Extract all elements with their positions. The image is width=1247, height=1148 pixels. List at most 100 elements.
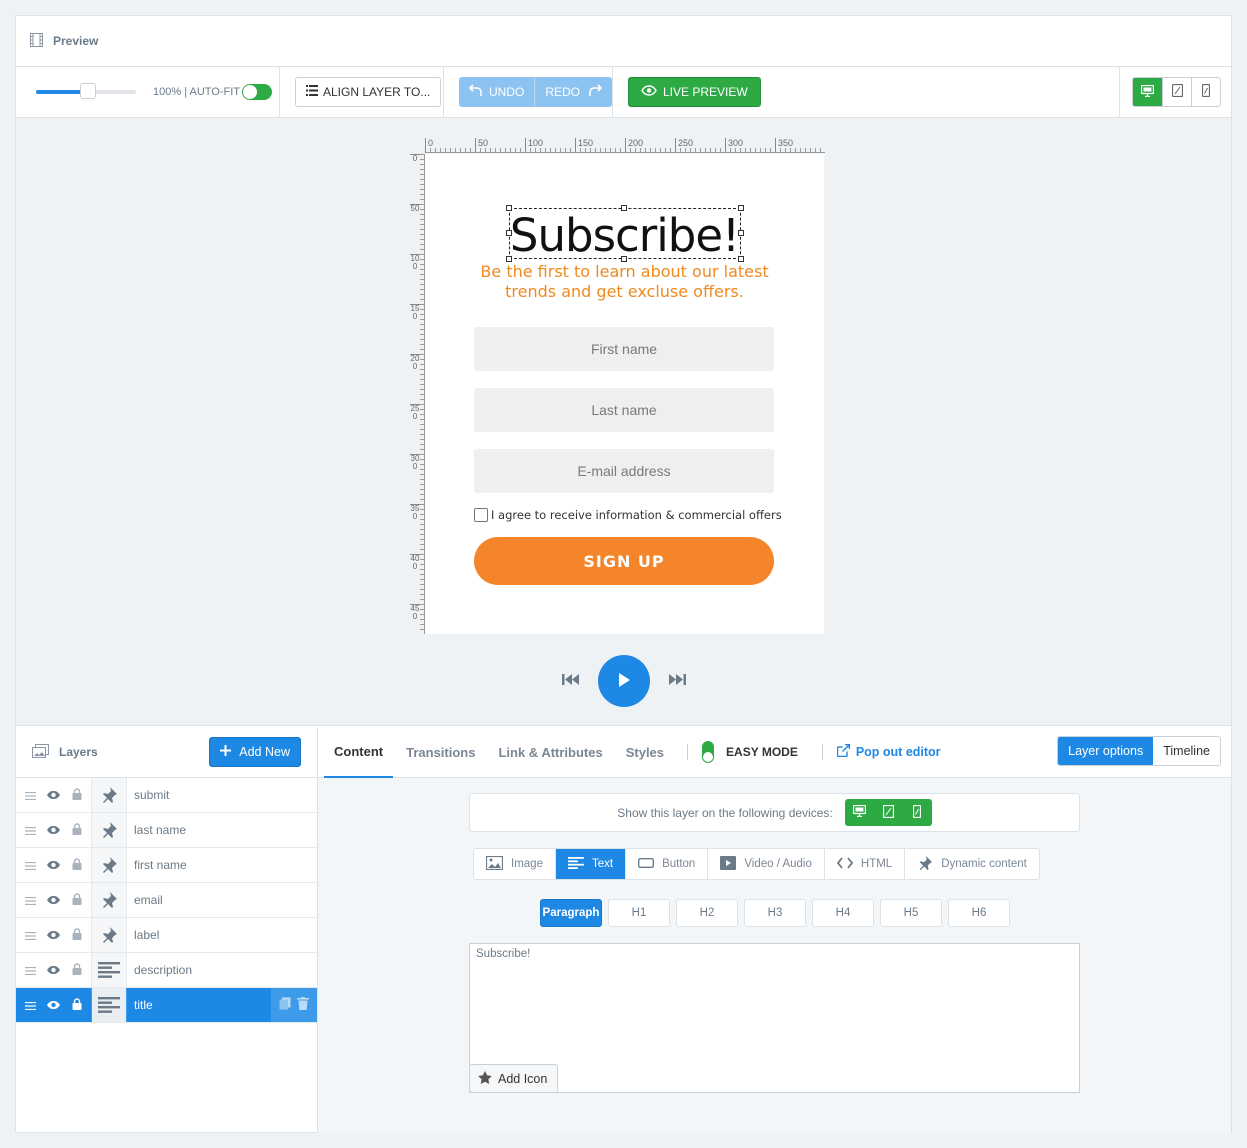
lock-icon[interactable]: [72, 927, 82, 943]
undo-icon: [468, 84, 483, 100]
heading-paragraph-button[interactable]: Paragraph: [540, 899, 602, 927]
zoom-slider[interactable]: [36, 83, 136, 99]
resize-handle[interactable]: [738, 205, 744, 211]
zoom-slider-handle[interactable]: [80, 83, 96, 99]
tab-styles[interactable]: Styles: [626, 727, 664, 778]
resize-handle[interactable]: [506, 205, 512, 211]
layer-row[interactable]: last name: [16, 813, 317, 848]
drag-handle-icon[interactable]: [25, 788, 37, 803]
redo-button[interactable]: REDO: [534, 77, 612, 107]
email-field[interactable]: E-mail address: [474, 449, 774, 493]
ruler-label: 150: [575, 138, 593, 153]
add-icon-button[interactable]: Add Icon: [469, 1064, 559, 1093]
heading-h6-button[interactable]: H6: [948, 899, 1010, 927]
zoom-controls: 100% | AUTO-FIT: [16, 67, 280, 117]
pop-out-editor-link[interactable]: Pop out editor: [836, 744, 941, 760]
layer-row[interactable]: description: [16, 953, 317, 988]
pin-icon: [92, 883, 127, 917]
play-button[interactable]: [598, 655, 650, 707]
tab-content[interactable]: Content: [324, 727, 394, 778]
sign-up-button[interactable]: SIGN UP: [474, 537, 774, 585]
button-icon: [638, 857, 655, 871]
timeline-button[interactable]: Timeline: [1153, 737, 1220, 765]
heading-h4-button[interactable]: H4: [812, 899, 874, 927]
content-type-label: Text: [591, 858, 614, 870]
layer-row[interactable]: label: [16, 918, 317, 953]
heading-h2-button[interactable]: H2: [676, 899, 738, 927]
eye-icon[interactable]: [46, 788, 61, 803]
heading-h3-button[interactable]: H3: [744, 899, 806, 927]
selection-box[interactable]: [506, 205, 744, 262]
undo-redo-group: UNDO REDO: [459, 77, 612, 107]
pin-icon: [92, 918, 127, 952]
autofit-toggle[interactable]: [242, 84, 273, 100]
align-list-icon: [306, 85, 318, 99]
content-type-image[interactable]: Image: [474, 849, 555, 879]
lock-icon[interactable]: [72, 997, 82, 1013]
undo-button[interactable]: UNDO: [459, 77, 534, 107]
toolbar: 100% | AUTO-FIT ALIGN LAYER TO... UNDO R…: [16, 67, 1231, 118]
eye-icon[interactable]: [46, 858, 61, 873]
layer-row[interactable]: first name: [16, 848, 317, 883]
drag-handle-icon[interactable]: [25, 998, 37, 1013]
drag-handle-icon[interactable]: [25, 893, 37, 908]
content-type-html[interactable]: HTML: [823, 849, 904, 879]
lock-icon[interactable]: [72, 822, 82, 838]
eye-icon[interactable]: [46, 928, 61, 943]
mobile-icon: [1201, 83, 1211, 100]
align-layer-button[interactable]: ALIGN LAYER TO...: [295, 77, 442, 107]
layer-options-button[interactable]: Layer options: [1058, 737, 1154, 765]
skip-forward-icon[interactable]: [668, 673, 686, 689]
tab-link-attributes[interactable]: Link & Attributes: [498, 727, 602, 778]
eye-icon: [641, 85, 657, 99]
resize-handle[interactable]: [621, 205, 627, 211]
show-mobile-toggle[interactable]: [903, 799, 932, 826]
content-type-text[interactable]: Text: [554, 849, 626, 879]
eye-icon[interactable]: [46, 963, 61, 978]
live-preview-button[interactable]: LIVE PREVIEW: [628, 77, 761, 107]
ruler-label: 150: [410, 304, 420, 321]
duplicate-icon[interactable]: [279, 997, 291, 1013]
easy-mode-toggle[interactable]: EASY MODE: [702, 741, 798, 763]
easy-mode-switch[interactable]: [702, 741, 715, 763]
eye-icon[interactable]: [46, 823, 61, 838]
layer-row[interactable]: title: [16, 988, 317, 1023]
eye-icon[interactable]: [46, 998, 61, 1013]
resize-handle[interactable]: [738, 230, 744, 236]
tablet-device-button[interactable]: [1162, 78, 1191, 106]
layer-row[interactable]: submit: [16, 778, 317, 813]
first-name-field[interactable]: First name: [474, 327, 774, 371]
drag-handle-icon[interactable]: [25, 928, 37, 943]
drag-handle-icon[interactable]: [25, 963, 37, 978]
drag-handle-icon[interactable]: [25, 858, 37, 873]
desktop-device-button[interactable]: [1133, 78, 1162, 106]
drag-handle-icon[interactable]: [25, 823, 37, 838]
heading-h1-button[interactable]: H1: [608, 899, 670, 927]
layer-text-editor[interactable]: Subscribe!: [469, 943, 1080, 1093]
trash-icon[interactable]: [297, 997, 309, 1013]
popup-description[interactable]: Be the first to learn about our latest t…: [475, 262, 774, 302]
eye-icon[interactable]: [46, 893, 61, 908]
add-new-layer-button[interactable]: Add New: [209, 737, 301, 767]
device-switcher: [1132, 77, 1221, 107]
lock-icon[interactable]: [72, 962, 82, 978]
tab-transitions[interactable]: Transitions: [406, 727, 475, 778]
lock-icon[interactable]: [72, 787, 82, 803]
heading-h5-button[interactable]: H5: [880, 899, 942, 927]
lock-icon[interactable]: [72, 857, 82, 873]
skip-back-icon[interactable]: [562, 673, 580, 689]
show-desktop-toggle[interactable]: [845, 799, 874, 826]
lock-icon[interactable]: [72, 892, 82, 908]
content-type-dynamic-content[interactable]: Dynamic content: [904, 849, 1039, 879]
content-type-button[interactable]: Button: [625, 849, 707, 879]
resize-handle[interactable]: [506, 230, 512, 236]
mobile-device-button[interactable]: [1191, 78, 1220, 106]
show-tablet-toggle[interactable]: [874, 799, 903, 826]
agree-checkbox[interactable]: [474, 508, 488, 522]
layer-controls: [16, 988, 92, 1022]
content-type-video-audio[interactable]: Video / Audio: [707, 849, 824, 879]
last-name-field[interactable]: Last name: [474, 388, 774, 432]
text-lines-icon: [567, 856, 584, 872]
layer-row[interactable]: email: [16, 883, 317, 918]
device-visibility-group: [844, 799, 932, 826]
